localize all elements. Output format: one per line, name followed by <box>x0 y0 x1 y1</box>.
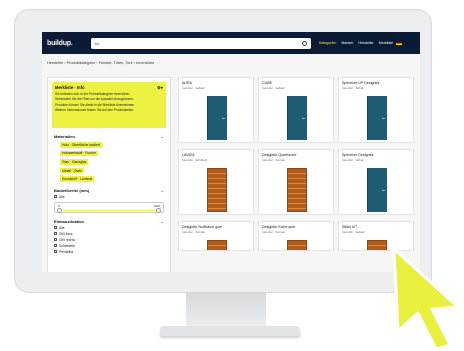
product-subtitle: Innentür · farbig <box>342 86 364 90</box>
door-image <box>287 168 307 212</box>
product-subtitle: Innentür · Echtholz <box>182 158 208 162</box>
door-image <box>207 240 227 250</box>
checkbox-icon[interactable] <box>54 226 57 230</box>
product-title: Designtür Nußbaum quer <box>182 225 223 229</box>
checkbox-option[interactable]: DIN links <box>54 232 164 236</box>
product-card[interactable]: Designtür Eiche quer Innentür · Furnier <box>258 221 334 251</box>
product-subtitle: Innentür · lackiert <box>262 86 286 90</box>
checkbox-option[interactable]: Pendeltür <box>54 250 164 254</box>
product-title: Designtür Querfurnier <box>262 153 297 157</box>
top-bar: buildup. tür Kategorien Marken Herstelle… <box>42 32 420 54</box>
door-image <box>287 96 307 140</box>
product-subtitle: Innentür · Furnier <box>262 230 286 234</box>
door-image <box>367 168 387 212</box>
product-subtitle: Innentür · lackiert <box>342 230 366 234</box>
note-line: Weitere Informationen finden Sie auf den… <box>55 108 135 113</box>
monitor-stand <box>186 292 266 328</box>
checkbox-icon[interactable] <box>54 238 57 242</box>
door-image <box>367 96 387 140</box>
search-value: tür <box>95 40 100 46</box>
product-card[interactable]: Spectrum UP Designtür Innentür · farbig <box>338 77 414 143</box>
range-title: Bauteilbreite (mm) <box>54 187 90 193</box>
more-title: Einbausituation <box>54 218 84 224</box>
product-title: Designtür Eiche quer <box>262 225 296 229</box>
close-icon[interactable]: ⚙▾ <box>157 85 163 90</box>
note-line: Sie befinden sich in der Produktkategori… <box>55 91 131 96</box>
filter-tag[interactable]: Metall · Stahl <box>60 167 84 174</box>
filter-sidebar: Merkliste · Info ⚙▾ Sie befinden sich in… <box>47 77 171 272</box>
product-subtitle: Innentür · farbig <box>342 158 364 162</box>
flag-icon[interactable] <box>396 41 403 45</box>
door-image <box>207 168 227 212</box>
chevron-down-icon[interactable]: ⌄ <box>161 219 164 224</box>
screen: buildup. tür Kategorien Marken Herstelle… <box>42 32 420 272</box>
monitor-scene: buildup. tür Kategorien Marken Herstelle… <box>0 0 464 351</box>
note-line: Produkte können Sie direkt in die Merkli… <box>55 102 136 107</box>
product-subtitle: Innentür · Furnier <box>262 158 286 162</box>
breadcrumb[interactable]: Hersteller › Produktkategorie › Fenster,… <box>47 61 407 65</box>
range-checkbox[interactable]: Alle <box>54 195 164 199</box>
note-line: Verwenden Sie die Filter um die Auswahl … <box>55 97 134 102</box>
filter-section-installation: Einbausituation ⌄ Alle DIN links DIN rec… <box>54 219 164 254</box>
slider-handle-min[interactable] <box>57 207 62 213</box>
logo[interactable]: buildup. <box>47 40 91 47</box>
chevron-down-icon[interactable]: ⌄ <box>161 188 164 193</box>
checkbox-icon[interactable] <box>54 232 57 236</box>
product-grid: AURA Innentür · lackiert CUBE Innentür · l… <box>178 77 414 251</box>
product-title: LAVIDA <box>182 153 195 157</box>
slider-handle-max[interactable] <box>156 207 161 213</box>
filter-tag[interactable]: Holzwerkstoff · Furnier <box>60 150 99 157</box>
top-nav: Kategorien Marken Hersteller Merkliste <box>319 41 393 45</box>
search-icon[interactable] <box>302 40 307 46</box>
filter-tag[interactable]: Holz · Oberfläche lackiert <box>60 142 103 148</box>
product-subtitle: Innentür · Furnier <box>182 230 206 234</box>
checkbox-option[interactable]: DIN rechts <box>54 238 164 242</box>
product-card[interactable]: Designtür Querfurnier Innentür · Furnier <box>258 149 334 215</box>
product-title: CUBE <box>262 81 272 85</box>
monitor-base <box>160 326 300 336</box>
cursor-arrow-icon <box>392 247 460 351</box>
chevron-down-icon[interactable]: ⌄ <box>161 134 164 139</box>
checkbox-option[interactable]: Schiebetür <box>54 244 164 248</box>
product-card[interactable]: Designtür Nußbaum quer Innentür · Furnier <box>178 221 254 251</box>
door-image <box>367 240 387 250</box>
product-subtitle: Innentür · lackiert <box>182 86 206 90</box>
product-title: Spectrum Designtür <box>342 153 374 157</box>
nav-manufacturers[interactable]: Hersteller <box>358 41 373 45</box>
filter-tag[interactable]: Kunststoff · Laminat <box>60 176 95 182</box>
nav-watchlist[interactable]: Merkliste <box>379 41 393 45</box>
checkbox-icon[interactable] <box>54 250 57 254</box>
door-image <box>287 240 307 250</box>
search-input[interactable]: tür <box>91 37 311 49</box>
nav-categories[interactable]: Kategorien <box>319 41 336 45</box>
checkbox-icon[interactable] <box>54 195 57 199</box>
filter-section-width: Bauteilbreite (mm) ⌄ Alle 0 1000 <box>54 188 164 213</box>
slider-track <box>59 209 159 212</box>
door-image <box>207 96 227 140</box>
filter-section-materials: Materialien ⌄ Holz · Oberfläche lackiert… <box>54 134 164 182</box>
checkbox-option[interactable]: Alle <box>54 226 164 230</box>
product-card[interactable]: LAVIDA Innentür · Echtholz <box>178 149 254 215</box>
product-card[interactable]: Spectrum Designtür Innentür · farbig <box>338 149 414 215</box>
info-note: Merkliste · Info ⚙▾ Sie befinden sich in… <box>52 82 166 128</box>
checkbox-icon[interactable] <box>54 244 57 248</box>
product-title: Stiltür 6/7 <box>342 225 358 229</box>
note-title: Merkliste · Info <box>55 85 85 90</box>
filter-tag[interactable]: Glas · Ganzglas <box>60 159 89 165</box>
product-card[interactable]: CUBE Innentür · lackiert <box>258 77 334 143</box>
width-slider[interactable]: 0 1000 <box>54 201 164 213</box>
filter-title: Materialien <box>54 134 75 139</box>
nav-brands[interactable]: Marken <box>341 41 353 45</box>
product-card[interactable]: AURA Innentür · lackiert <box>178 77 254 143</box>
product-title: Spectrum UP Designtür <box>342 81 380 85</box>
product-title: AURA <box>182 81 192 85</box>
